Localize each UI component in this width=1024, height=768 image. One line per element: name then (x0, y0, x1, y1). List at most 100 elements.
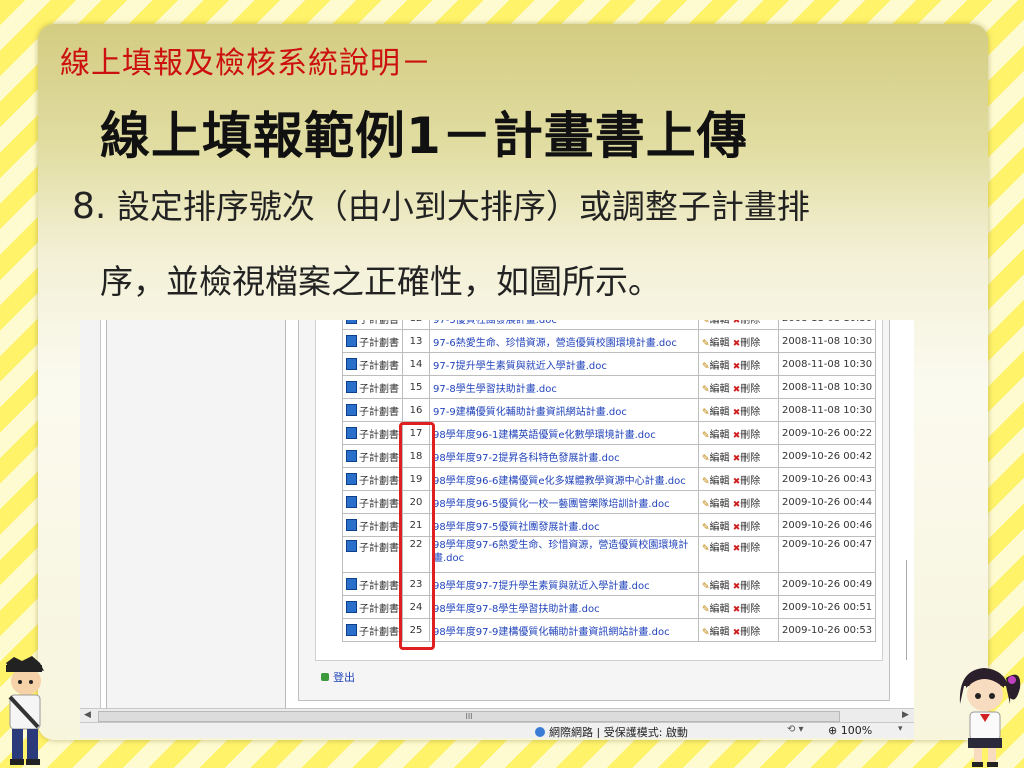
file-name-cell[interactable]: 98學年度96-1建構英語優質e化數學環境計畫.doc (429, 421, 699, 445)
edit-link[interactable]: 編輯 (710, 430, 730, 441)
file-link[interactable]: 97-9建構優質化輔助計畫資訊網站計畫.doc (433, 407, 627, 418)
file-link[interactable]: 98學年度97-9建構優質化輔助計畫資訊網站計畫.doc (433, 627, 670, 638)
seq-cell[interactable]: 14 (402, 352, 430, 376)
date-cell: 2008-11-08 10:30 (777, 398, 877, 422)
file-link[interactable]: 98學年度97-7提升學生素質與就近入學計畫.doc (433, 581, 650, 592)
edit-icon[interactable]: ✎ (702, 454, 710, 464)
type-cell: 子計劃書 (342, 375, 403, 399)
delete-link[interactable]: 刪除 (740, 627, 760, 638)
file-name-cell[interactable]: 98學年度97-7提升學生素質與就近入學計畫.doc (429, 572, 699, 596)
delete-link[interactable]: 刪除 (740, 453, 760, 464)
file-name-cell[interactable]: 98學年度96-6建構優質e化多媒體教學資源中心計畫.doc (429, 467, 699, 491)
file-link[interactable]: 98學年度97-5優質社團發展計畫.doc (433, 522, 600, 533)
scroll-thumb[interactable]: III (98, 711, 840, 722)
file-link[interactable]: 98學年度96-1建構英語優質e化數學環境計畫.doc (433, 430, 656, 441)
edit-link[interactable]: 編輯 (710, 453, 730, 464)
edit-icon[interactable]: ✎ (702, 605, 710, 615)
document-icon (346, 357, 357, 370)
edit-link[interactable]: 編輯 (710, 384, 730, 395)
seq-cell[interactable]: 12 (402, 320, 430, 330)
file-name-cell[interactable]: 97-6熱愛生命、珍惜資源，營造優質校園環境計畫.doc (429, 329, 699, 353)
file-name-cell[interactable]: 98學年度96-5優質化一校一藝團管樂隊培訓計畫.doc (429, 490, 699, 514)
edit-link[interactable]: 編輯 (710, 338, 730, 349)
type-label: 子計劃書 (359, 475, 399, 487)
document-icon (346, 472, 357, 485)
edit-icon[interactable]: ✎ (702, 320, 710, 326)
file-name-cell[interactable]: 98學年度97-9建構優質化輔助計畫資訊網站計畫.doc (429, 618, 699, 642)
action-cell: ✎編輯 ✖刪除 (698, 595, 779, 619)
boy-mascot-icon (6, 656, 44, 765)
date-cell: 2009-10-26 00:53 (777, 618, 877, 642)
date-cell: 2008-11-08 10:30 (777, 352, 877, 376)
edit-link[interactable]: 編輯 (710, 522, 730, 533)
file-name-cell[interactable]: 98學年度97-6熱愛生命、珍惜資源，營造優質校園環境計畫.doc (429, 536, 699, 573)
file-link[interactable]: 98學年度97-8學生學習扶助計畫.doc (433, 604, 600, 615)
file-name-cell[interactable]: 98學年度97-5優質社團發展計畫.doc (429, 513, 699, 537)
edit-icon[interactable]: ✎ (702, 339, 710, 349)
type-label: 子計劃書 (359, 337, 399, 349)
edit-icon[interactable]: ✎ (702, 523, 710, 533)
delete-link[interactable]: 刪除 (740, 476, 760, 487)
date-cell: 2009-10-26 00:44 (777, 490, 877, 514)
edit-icon[interactable]: ✎ (702, 477, 710, 487)
edit-link[interactable]: 編輯 (710, 499, 730, 510)
file-name-cell[interactable]: 97-9建構優質化輔助計畫資訊網站計畫.doc (429, 398, 699, 422)
delete-link[interactable]: 刪除 (740, 581, 760, 592)
edit-icon[interactable]: ✎ (702, 431, 710, 441)
seq-cell[interactable]: 16 (402, 398, 430, 422)
seq-cell[interactable]: 13 (402, 329, 430, 353)
file-link[interactable]: 98學年度96-5優質化一校一藝團管樂隊培訓計畫.doc (433, 499, 670, 510)
edit-icon[interactable]: ✎ (702, 385, 710, 395)
file-name-cell[interactable]: 97-5優質社團發展計畫.doc (429, 320, 699, 330)
file-link[interactable]: 97-8學生學習扶助計畫.doc (433, 384, 557, 395)
seq-cell[interactable]: 15 (402, 375, 430, 399)
action-cell: ✎編輯 ✖刪除 (698, 329, 779, 353)
delete-link[interactable]: 刪除 (740, 320, 760, 326)
delete-link[interactable]: 刪除 (740, 361, 760, 372)
zoom-control[interactable]: ⊕ 100% (828, 724, 872, 737)
horizontal-scrollbar[interactable]: ◀ III ▶ (80, 708, 914, 723)
scroll-right-icon[interactable]: ▶ (902, 710, 909, 720)
edit-link[interactable]: 編輯 (710, 476, 730, 487)
delete-link[interactable]: 刪除 (740, 543, 760, 554)
file-link[interactable]: 97-7提升學生素質與就近入學計畫.doc (433, 361, 607, 372)
edit-icon[interactable]: ✎ (702, 408, 710, 418)
edit-link[interactable]: 編輯 (710, 320, 730, 326)
file-name-cell[interactable]: 98學年度97-2提昇各科特色發展計畫.doc (429, 444, 699, 468)
type-label: 子計劃書 (359, 580, 399, 592)
logout-link[interactable]: 登出 (321, 669, 355, 685)
file-link[interactable]: 98學年度96-6建構優質e化多媒體教學資源中心計畫.doc (433, 476, 686, 487)
file-name-cell[interactable]: 97-8學生學習扶助計畫.doc (429, 375, 699, 399)
delete-link[interactable]: 刪除 (740, 384, 760, 395)
security-dropdown-icon[interactable]: ⟲ ▾ (787, 724, 804, 735)
delete-link[interactable]: 刪除 (740, 430, 760, 441)
delete-link[interactable]: 刪除 (740, 522, 760, 533)
file-name-cell[interactable]: 98學年度97-8學生學習扶助計畫.doc (429, 595, 699, 619)
zoom-dropdown-icon[interactable]: ▾ (898, 724, 903, 734)
edit-link[interactable]: 編輯 (710, 604, 730, 615)
edit-link[interactable]: 編輯 (710, 543, 730, 554)
delete-link[interactable]: 刪除 (740, 499, 760, 510)
delete-link[interactable]: 刪除 (740, 407, 760, 418)
file-name-cell[interactable]: 97-7提升學生素質與就近入學計畫.doc (429, 352, 699, 376)
edit-link[interactable]: 編輯 (710, 581, 730, 592)
file-link[interactable]: 98學年度97-2提昇各科特色發展計畫.doc (433, 453, 620, 464)
edit-link[interactable]: 編輯 (710, 407, 730, 418)
edit-icon[interactable]: ✎ (702, 628, 710, 638)
file-link[interactable]: 97-5優質社團發展計畫.doc (433, 320, 557, 326)
edit-icon[interactable]: ✎ (702, 500, 710, 510)
edit-icon[interactable]: ✎ (702, 362, 710, 372)
edit-icon[interactable]: ✎ (702, 582, 710, 592)
delete-link[interactable]: 刪除 (740, 604, 760, 615)
file-link[interactable]: 97-6熱愛生命、珍惜資源，營造優質校園環境計畫.doc (433, 338, 677, 349)
edit-link[interactable]: 編輯 (710, 627, 730, 638)
edit-link[interactable]: 編輯 (710, 361, 730, 372)
file-link[interactable]: 98學年度97-6熱愛生命、珍惜資源，營造優質校園環境計畫.doc (433, 539, 695, 565)
type-cell: 子計劃書 (342, 398, 403, 422)
delete-link[interactable]: 刪除 (740, 338, 760, 349)
document-icon (346, 449, 357, 462)
type-cell: 子計劃書 (342, 444, 403, 468)
scroll-left-icon[interactable]: ◀ (84, 710, 91, 720)
globe-icon (535, 727, 545, 737)
edit-icon[interactable]: ✎ (702, 544, 710, 554)
